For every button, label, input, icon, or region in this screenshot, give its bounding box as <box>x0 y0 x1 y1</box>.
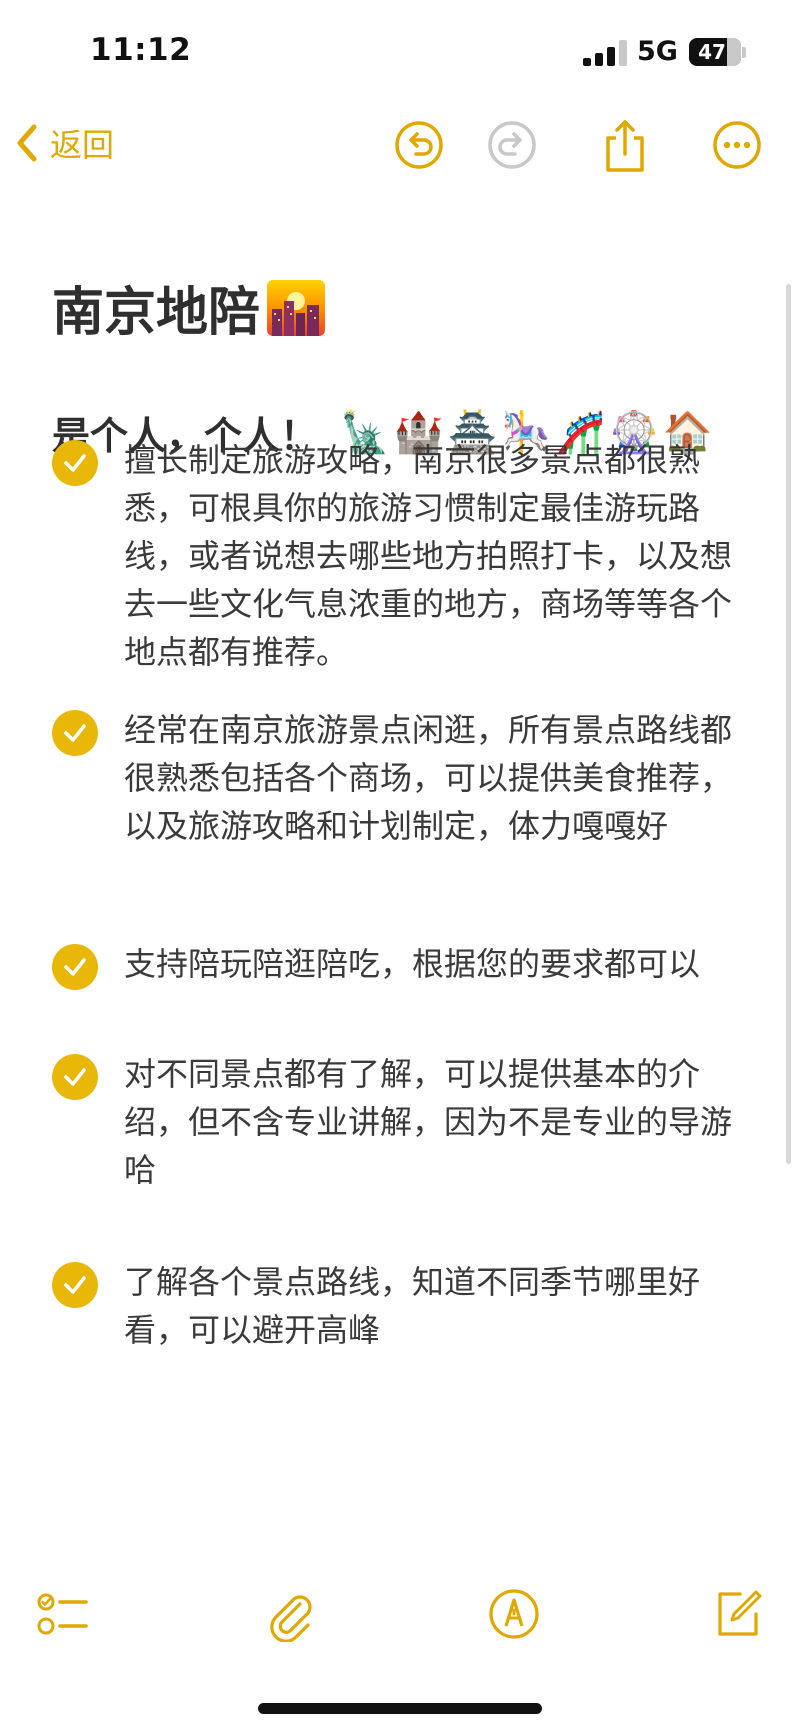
navigation-bar: 返回 <box>0 100 800 190</box>
cellular-signal-icon <box>583 40 629 66</box>
home-indicator[interactable] <box>258 1703 542 1714</box>
back-label: 返回 <box>50 126 115 164</box>
share-button[interactable] <box>598 118 652 172</box>
markup-button[interactable] <box>486 1586 542 1642</box>
checklist-item-text: 经常在南京旅游景点闲逛，所有景点路线都很熟悉包括各个商场，可以提供美食推荐，以及… <box>124 711 733 845</box>
checkbox-checked-icon[interactable] <box>52 1054 98 1100</box>
checklist-button[interactable] <box>34 1586 90 1642</box>
checklist-item-text: 擅长制定旅游攻略，南京很多景点都很熟悉，可根具你的旅游习惯制定最佳游玩路线，或者… <box>124 441 733 671</box>
battery-icon: 47 <box>689 38 741 66</box>
checklist-icon <box>37 1593 88 1635</box>
checklist-item[interactable]: 对不同景点都有了解，可以提供基本的介绍，但不含专业讲解，因为不是专业的导游哈 <box>52 1050 752 1200</box>
checklist-item-text: 对不同景点都有了解，可以提供基本的介绍，但不含专业讲解，因为不是专业的导游哈 <box>124 1055 733 1189</box>
attach-button[interactable] <box>262 1586 318 1643</box>
status-time: 11:12 <box>90 32 192 68</box>
checkbox-checked-icon[interactable] <box>52 440 98 486</box>
more-button[interactable] <box>710 118 764 172</box>
redo-button[interactable] <box>485 118 539 172</box>
note-title-text: 南京地陪 <box>52 283 261 343</box>
checklist-item[interactable]: 经常在南京旅游景点闲逛，所有景点路线都很熟悉包括各个商场，可以提供美食推荐，以及… <box>52 706 752 876</box>
battery-tip <box>742 47 746 58</box>
markup-pen-icon <box>489 1589 539 1639</box>
status-bar: 11:12 5G 47 <box>0 0 800 100</box>
redo-icon <box>488 121 536 169</box>
chevron-left-icon <box>17 124 37 162</box>
undo-icon <box>395 121 443 169</box>
compose-icon <box>718 1590 762 1636</box>
scrollbar[interactable] <box>786 284 791 1164</box>
paperclip-icon <box>270 1595 312 1643</box>
checklist-item[interactable]: 擅长制定旅游攻略，南京很多景点都很熟悉，可根具你的旅游习惯制定最佳游玩路线，或者… <box>52 436 752 671</box>
undo-button[interactable] <box>392 118 446 172</box>
checklist-item-text: 了解各个景点路线，知道不同季节哪里好看，可以避开高峰 <box>124 1263 701 1349</box>
bottom-toolbar <box>0 1580 800 1650</box>
share-icon <box>606 120 644 172</box>
compose-button[interactable] <box>710 1586 766 1642</box>
checklist-item-text: 支持陪玩陪逛陪吃，根据您的要求都可以 <box>124 945 701 983</box>
checkbox-checked-icon[interactable] <box>52 1262 98 1308</box>
city-sunset-emoji-icon <box>267 279 326 336</box>
network-type: 5G <box>637 36 678 67</box>
checklist-item[interactable]: 了解各个景点路线，知道不同季节哪里好看，可以避开高峰 <box>52 1258 752 1368</box>
back-button[interactable]: 返回 <box>14 118 114 168</box>
checklist-item[interactable]: 支持陪玩陪逛陪吃，根据您的要求都可以 <box>52 940 752 1000</box>
note-title[interactable]: 南京地陪 <box>52 270 326 345</box>
checkbox-checked-icon[interactable] <box>52 944 98 990</box>
more-icon <box>713 121 761 169</box>
battery-level: 47 <box>698 40 726 64</box>
checkbox-checked-icon[interactable] <box>52 710 98 756</box>
